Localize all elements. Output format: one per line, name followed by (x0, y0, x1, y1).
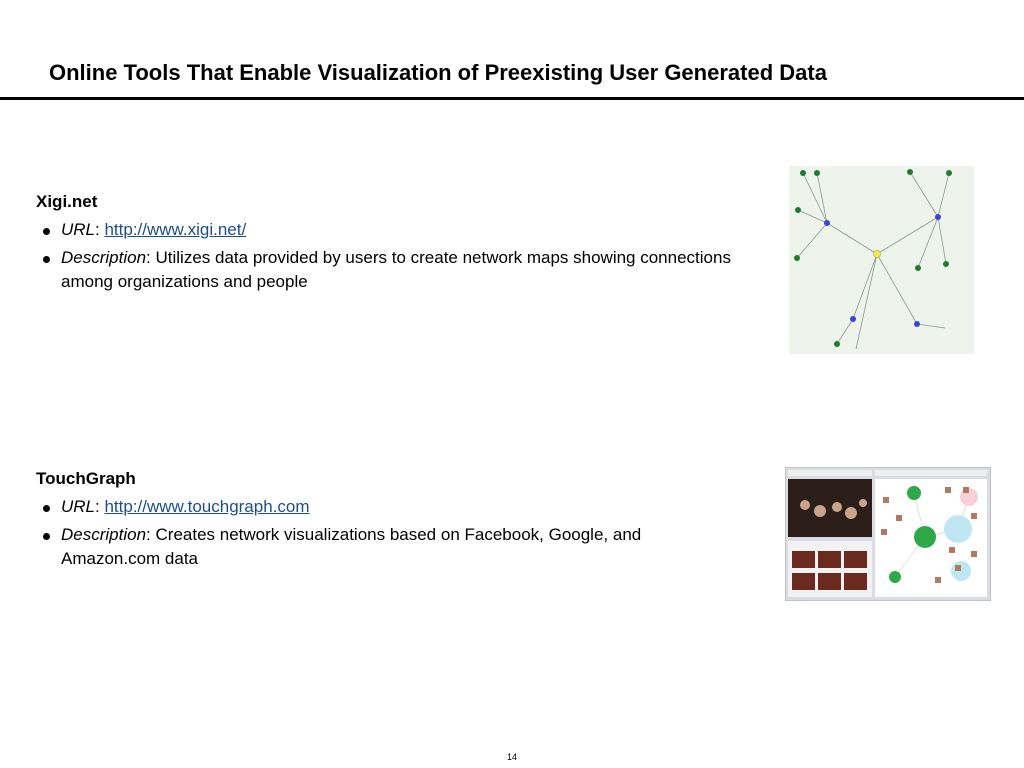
slide-title: Online Tools That Enable Visualization o… (49, 60, 827, 85)
bullet-list-xigi: URL: http://www.xigi.net/ Description: U… (36, 218, 736, 294)
bullet-description: Description: Utilizes data provided by u… (36, 246, 736, 294)
description-label: Description (61, 525, 147, 544)
bullet-list-touchgraph: URL: http://www.touchgraph.com Descripti… (36, 495, 736, 571)
touchgraph-app-screenshot (784, 466, 992, 602)
bullet-description: Description: Creates network visualizati… (36, 523, 736, 571)
bullet-url: URL: http://www.touchgraph.com (36, 495, 736, 519)
section-touchgraph: TouchGraph URL: http://www.touchgraph.co… (36, 469, 736, 575)
page-number: 14 (506, 752, 517, 762)
bullet-url: URL: http://www.xigi.net/ (36, 218, 736, 242)
section-heading-xigi: Xigi.net (36, 192, 98, 211)
touchgraph-url-link[interactable]: http://www.touchgraph.com (104, 497, 309, 516)
section-xigi: Xigi.net URL: http://www.xigi.net/ Descr… (36, 192, 736, 298)
xigi-url-link[interactable]: http://www.xigi.net/ (104, 220, 246, 239)
network-map-image (789, 166, 974, 354)
touchgraph-image (784, 466, 992, 602)
url-label: URL (61, 220, 96, 239)
section-heading-touchgraph: TouchGraph (36, 469, 136, 488)
title-divider (0, 97, 1024, 100)
description-text: Creates network visualizations based on … (61, 525, 642, 568)
xigi-network-screenshot (789, 166, 974, 354)
url-label: URL (61, 497, 96, 516)
description-label: Description (61, 248, 147, 267)
description-text: Utilizes data provided by users to creat… (61, 248, 731, 291)
